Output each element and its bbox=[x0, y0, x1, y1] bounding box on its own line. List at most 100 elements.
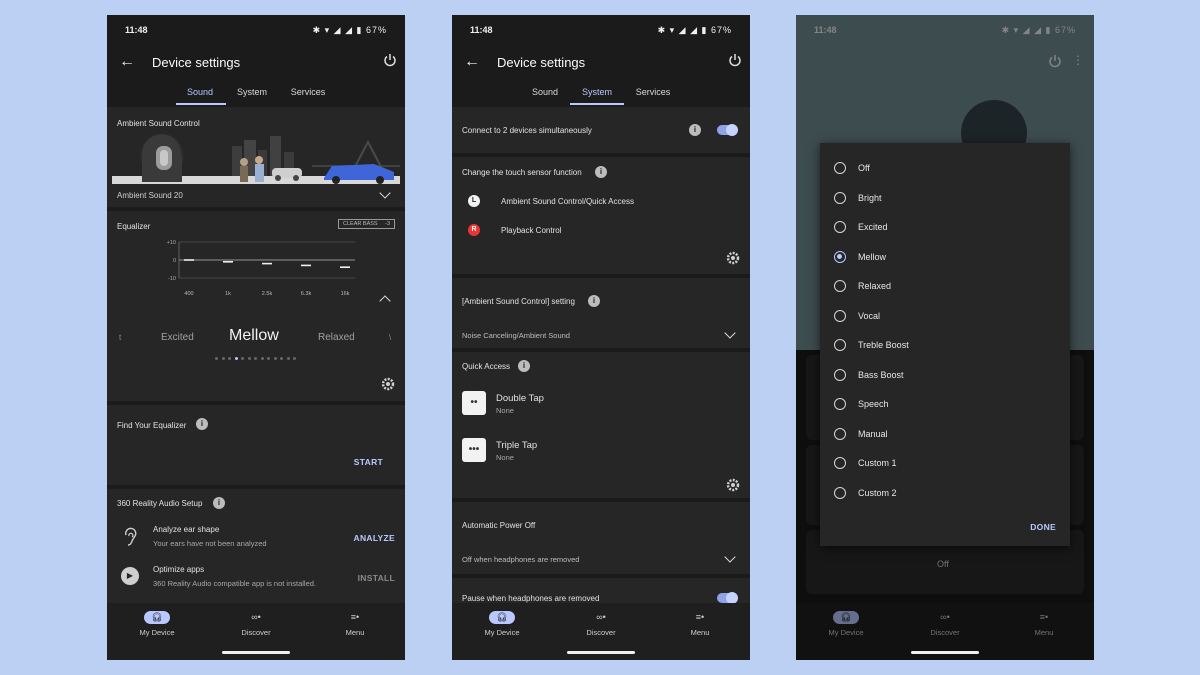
ambient-sound-card[interactable]: Ambient Sound Control Ambient Sound 20 bbox=[107, 107, 405, 207]
left-earbud-badge: L bbox=[468, 195, 480, 207]
done-button[interactable]: DONE bbox=[1030, 522, 1056, 532]
gear-icon[interactable] bbox=[726, 478, 740, 492]
auto-power-off-label: Automatic Power Off bbox=[462, 521, 536, 530]
preset-prev[interactable]: Excited bbox=[161, 332, 194, 343]
radio-button[interactable] bbox=[834, 162, 846, 174]
phone-system-screen: 11:48 ✱ ▾ ◢ ◢ ▮ 67% ← Device settings So… bbox=[452, 15, 750, 660]
preset-option[interactable]: Bright bbox=[834, 188, 1054, 208]
back-arrow-icon[interactable]: ← bbox=[119, 53, 135, 71]
power-icon[interactable] bbox=[728, 53, 742, 67]
preset-option-label: Mellow bbox=[858, 251, 887, 262]
tab-sound[interactable]: Sound bbox=[520, 87, 570, 97]
info-icon[interactable]: i bbox=[196, 418, 208, 430]
chevron-down-icon[interactable] bbox=[379, 187, 391, 199]
chevron-down-icon[interactable] bbox=[724, 327, 736, 339]
preset-current[interactable]: Mellow bbox=[229, 327, 279, 345]
radio-button[interactable] bbox=[834, 191, 846, 204]
analyze-subtitle: Your ears have not been analyzed bbox=[153, 539, 267, 548]
preset-option[interactable]: Treble Boost bbox=[834, 335, 1054, 355]
pause-removed-toggle[interactable] bbox=[717, 592, 738, 604]
info-icon[interactable]: i bbox=[518, 360, 530, 372]
nav-my-device[interactable]: 🎧︎ My Device bbox=[462, 611, 542, 637]
connect-two-label: Connect to 2 devices simultaneously bbox=[462, 126, 592, 135]
radio-button[interactable] bbox=[834, 280, 846, 292]
preset-next[interactable]: Relaxed bbox=[318, 332, 355, 343]
preset-option[interactable]: Custom 1 bbox=[834, 453, 1054, 473]
status-time: 11:48 bbox=[470, 25, 493, 35]
optimize-subtitle: 360 Reality Audio compatible app is not … bbox=[153, 579, 317, 588]
clear-bass-badge[interactable]: CLEAR BASS -3 bbox=[338, 219, 395, 229]
page-dot bbox=[280, 357, 283, 360]
analyze-button[interactable]: ANALYZE bbox=[354, 533, 395, 543]
preset-option-label: Vocal bbox=[858, 310, 881, 321]
nav-discover[interactable]: ∞• Discover bbox=[561, 611, 641, 637]
ambient-sound-illustration bbox=[112, 132, 400, 184]
home-indicator bbox=[222, 651, 290, 654]
nav-my-device-label: My Device bbox=[484, 628, 520, 637]
info-icon[interactable]: i bbox=[689, 124, 701, 136]
eq-band-label: 2.5k bbox=[262, 291, 273, 297]
tab-system[interactable]: System bbox=[572, 87, 622, 97]
preset-option[interactable]: Vocal bbox=[834, 306, 1054, 326]
info-icon[interactable]: i bbox=[213, 497, 225, 509]
equalizer-chart: +10 0 -10 400 1k 2.5k 6.3k 16k bbox=[167, 240, 355, 297]
eq-band-label: 6.3k bbox=[301, 291, 312, 297]
asc-setting-card[interactable]: [Ambient Sound Control] setting i Noise … bbox=[452, 278, 750, 348]
status-time: 11:48 bbox=[125, 25, 148, 35]
info-icon[interactable]: i bbox=[595, 166, 607, 178]
preset-option[interactable]: Off bbox=[834, 158, 1054, 178]
preset-option[interactable]: Relaxed bbox=[834, 276, 1054, 296]
double-tap-label[interactable]: Double Tap bbox=[496, 393, 544, 404]
info-icon[interactable]: i bbox=[588, 295, 600, 307]
back-arrow-icon[interactable]: ← bbox=[464, 53, 480, 71]
double-tap-icon: •• bbox=[462, 391, 486, 415]
radio-button[interactable] bbox=[834, 221, 846, 233]
gear-icon[interactable] bbox=[381, 377, 395, 391]
install-button[interactable]: INSTALL bbox=[358, 573, 395, 583]
tab-sound[interactable]: Sound bbox=[175, 87, 225, 97]
nav-menu[interactable]: ≡• Menu bbox=[660, 611, 740, 637]
auto-power-off-value: Off when headphones are removed bbox=[462, 555, 580, 564]
preset-option-label: Bass Boost bbox=[858, 369, 904, 380]
auto-power-off-card[interactable]: Automatic Power Off Off when headphones … bbox=[452, 502, 750, 574]
preset-option[interactable]: Manual bbox=[834, 424, 1054, 444]
tab-services[interactable]: Services bbox=[283, 87, 333, 97]
nav-menu-label: Menu bbox=[345, 628, 365, 637]
radio-button[interactable] bbox=[834, 457, 846, 469]
home-indicator bbox=[567, 651, 635, 654]
triple-tap-label[interactable]: Triple Tap bbox=[496, 440, 537, 451]
left-function-label[interactable]: Ambient Sound Control/Quick Access bbox=[501, 197, 634, 206]
chevron-down-icon[interactable] bbox=[724, 551, 736, 563]
radio-button[interactable] bbox=[834, 486, 846, 499]
radio-button[interactable] bbox=[834, 309, 846, 322]
power-icon[interactable] bbox=[383, 53, 397, 67]
right-function-label[interactable]: Playback Control bbox=[501, 226, 561, 235]
nav-my-device[interactable]: 🎧︎ My Device bbox=[117, 611, 197, 637]
battery-percent: 67% bbox=[365, 25, 387, 35]
radio-button[interactable] bbox=[834, 427, 846, 440]
tab-services[interactable]: Services bbox=[628, 87, 678, 97]
preset-option[interactable]: Excited bbox=[834, 217, 1054, 237]
start-button[interactable]: START bbox=[354, 457, 383, 467]
gear-icon[interactable] bbox=[726, 251, 740, 265]
preset-option[interactable]: Bass Boost bbox=[834, 365, 1054, 385]
nav-menu[interactable]: ≡• Menu bbox=[315, 611, 395, 637]
tab-system[interactable]: System bbox=[227, 87, 277, 97]
preset-option[interactable]: Mellow bbox=[834, 247, 1054, 267]
triple-tap-icon: ••• bbox=[462, 438, 486, 462]
preset-option[interactable]: Speech bbox=[834, 394, 1054, 414]
page-dot bbox=[241, 357, 244, 360]
bottom-nav: 🎧︎ My Device ∞• Discover ≡• Menu bbox=[452, 603, 750, 660]
page-dot bbox=[286, 357, 290, 360]
nav-discover[interactable]: ∞• Discover bbox=[216, 611, 296, 637]
radio-button[interactable] bbox=[834, 339, 846, 351]
radio-button[interactable] bbox=[834, 398, 846, 410]
radio-button[interactable] bbox=[834, 250, 846, 263]
radio-button[interactable] bbox=[834, 368, 846, 381]
connect-two-toggle[interactable] bbox=[717, 124, 738, 136]
nav-discover-label: Discover bbox=[586, 628, 616, 637]
eq-axis-label: -10 bbox=[168, 276, 176, 282]
nav-menu-label: Menu bbox=[690, 628, 710, 637]
chevron-up-icon[interactable] bbox=[379, 295, 391, 307]
preset-option[interactable]: Custom 2 bbox=[834, 483, 1054, 503]
